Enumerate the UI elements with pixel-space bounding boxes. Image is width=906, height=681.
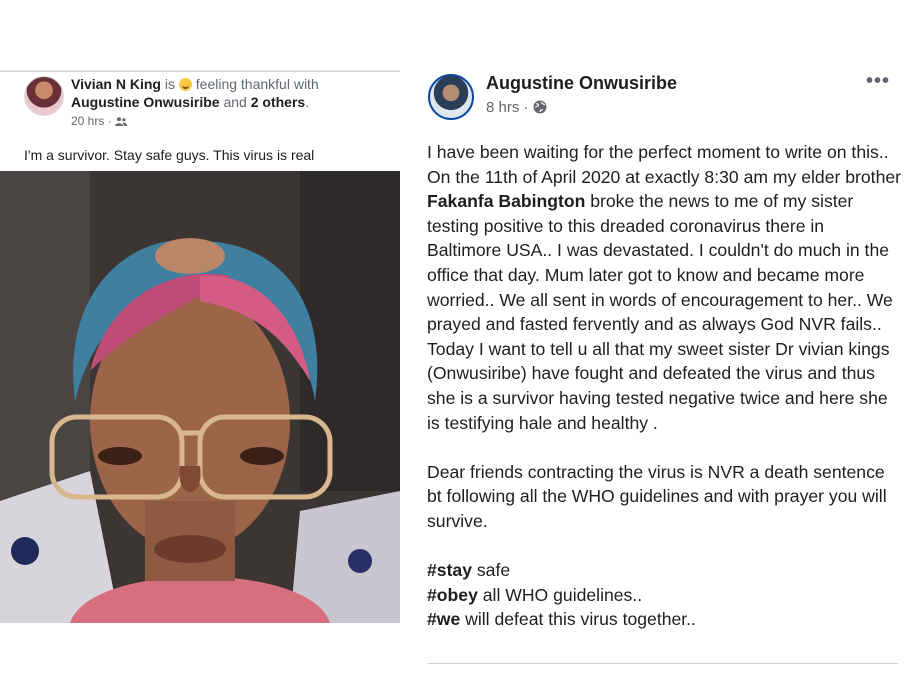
selfie-image (0, 171, 400, 623)
post-caption: I'm a survivor. Stay safe guys. This vir… (24, 147, 315, 163)
separator: · (104, 114, 116, 128)
smile-emoji-icon (178, 78, 192, 91)
divider (0, 71, 400, 72)
post-photo[interactable] (0, 171, 400, 623)
author-name[interactable]: Augustine Onwusiribe (486, 73, 677, 94)
text: I have been waiting for the perfect mome… (427, 142, 901, 187)
is-text: is (160, 76, 179, 92)
post-header: Vivian N King is feeling thankful with A… (71, 75, 391, 111)
text: will defeat this virus together.. (460, 609, 696, 630)
hashtag-line: #stay safe (427, 558, 902, 583)
mention-link[interactable]: Fakanfa Babington (427, 191, 585, 211)
avatar[interactable] (24, 76, 64, 116)
hashtag-line: #we will defeat this virus together.. (427, 607, 902, 632)
separator: · (519, 99, 533, 116)
and-text: and (219, 94, 251, 110)
paragraph: I have been waiting for the perfect mome… (427, 140, 902, 435)
avatar[interactable] (428, 74, 474, 120)
text: broke the news to me of my sister testin… (427, 191, 893, 433)
timestamp[interactable]: 8 hrs (486, 99, 519, 116)
tagged-person[interactable]: Augustine Onwusiribe (71, 94, 220, 110)
hashtag-link[interactable]: #we (427, 609, 460, 629)
timestamp[interactable]: 20 hrs (71, 114, 104, 128)
others-link[interactable]: 2 others (251, 94, 305, 110)
more-options-icon[interactable]: ••• (866, 70, 890, 93)
left-post: Vivian N King is feeling thankful with A… (0, 70, 400, 623)
text: safe (472, 560, 511, 581)
post-body: I have been waiting for the perfect mome… (427, 140, 902, 632)
post-meta: 20 hrs · (71, 114, 128, 128)
feeling-text: feeling thankful with (191, 76, 319, 92)
hashtag-link[interactable]: #stay (427, 560, 472, 580)
hashtag-link[interactable]: #obey (427, 585, 478, 605)
friends-icon[interactable] (115, 117, 128, 126)
paragraph: Dear friends contracting the virus is NV… (427, 461, 887, 531)
author-name[interactable]: Vivian N King (71, 76, 161, 92)
hashtag-line: #obey all WHO guidelines.. (427, 583, 902, 608)
period: . (305, 94, 310, 110)
globe-icon[interactable] (533, 100, 547, 114)
post-meta: 8 hrs · (486, 99, 547, 116)
divider (428, 663, 898, 664)
text: all WHO guidelines.. (477, 584, 643, 605)
